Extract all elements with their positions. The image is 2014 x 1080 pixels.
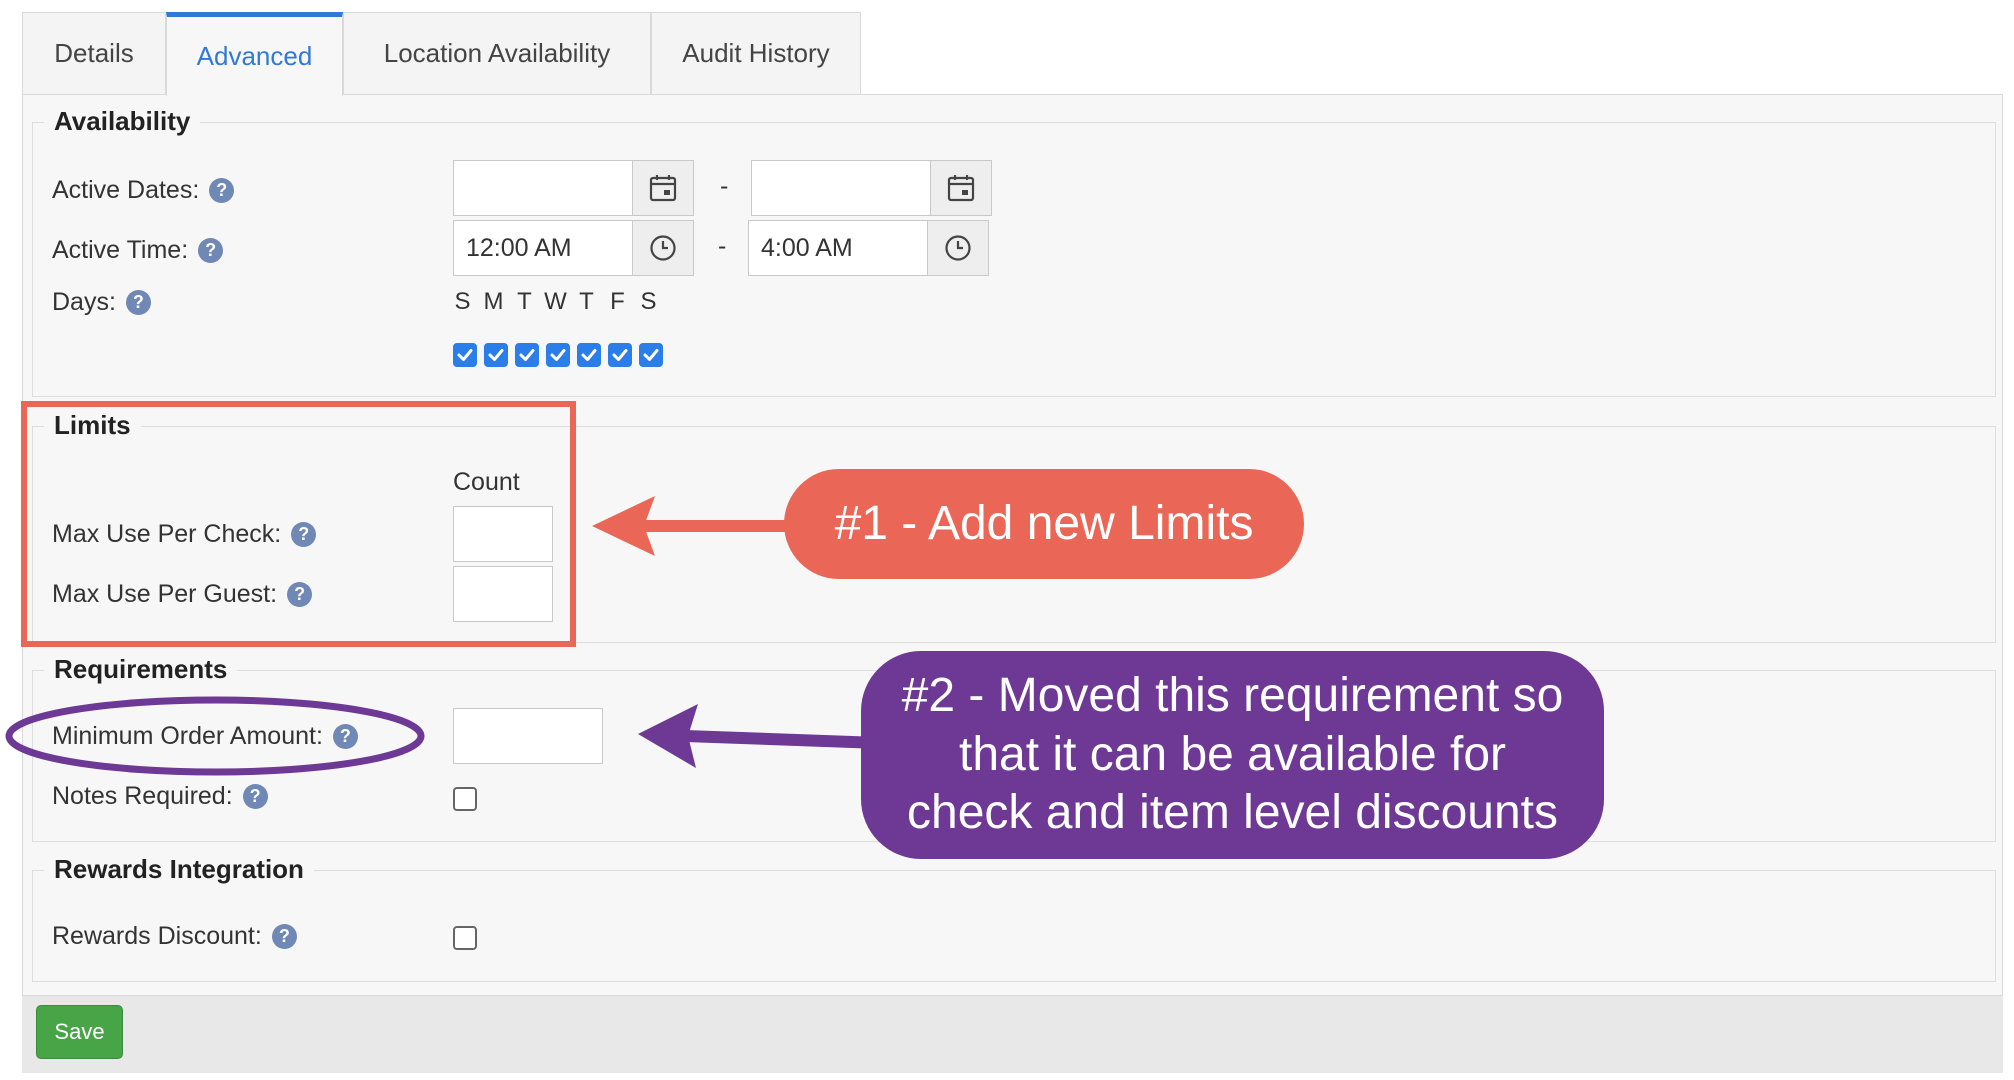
availability-section	[32, 122, 1996, 397]
end-time-input[interactable]: 4:00 AM	[748, 220, 928, 276]
rewards-discount-label: Rewards Discount:	[52, 921, 262, 950]
tab-audit-history[interactable]: Audit History	[651, 12, 861, 94]
help-icon[interactable]: ?	[291, 521, 317, 547]
day-letter-tue: T	[517, 288, 532, 315]
day-letter-sat: S	[640, 288, 657, 315]
day-checkbox-thu[interactable]	[577, 343, 601, 367]
max-use-per-guest-row-label: Max Use Per Guest: ?	[52, 576, 313, 612]
day-checkbox-sat[interactable]	[639, 343, 663, 367]
start-time-input[interactable]: 12:00 AM	[453, 220, 633, 276]
minimum-order-amount-input[interactable]	[453, 708, 603, 764]
notes-required-row-label: Notes Required: ?	[52, 778, 268, 814]
start-date-input[interactable]	[453, 160, 633, 216]
end-time-clock-button[interactable]	[927, 220, 989, 276]
max-use-per-guest-label: Max Use Per Guest:	[52, 579, 278, 608]
check-icon	[612, 349, 628, 361]
check-icon	[519, 349, 535, 361]
clock-icon	[945, 235, 971, 261]
calendar-icon	[947, 175, 975, 202]
tab-location-availability[interactable]: Location Availability	[343, 12, 651, 94]
active-time-row-label: Active Time: ?	[52, 232, 224, 268]
day-letter-thu: T	[579, 288, 594, 315]
callout-moved-requirement: #2 - Moved this requirement so that it c…	[861, 651, 1604, 859]
form-footer	[22, 995, 2003, 1073]
days-label: Days:	[52, 287, 116, 316]
rewards-section	[32, 870, 1996, 982]
minimum-order-amount-label: Minimum Order Amount:	[52, 721, 323, 750]
rewards-legend: Rewards Integration	[44, 854, 314, 885]
time-range-separator: -	[718, 232, 727, 260]
help-icon[interactable]: ?	[332, 723, 358, 749]
callout-moved-requirement-line2: that it can be available for	[958, 727, 1506, 781]
availability-legend: Availability	[44, 106, 201, 137]
clock-icon	[650, 235, 676, 261]
limits-legend: Limits	[44, 410, 141, 441]
calendar-icon	[649, 175, 677, 202]
help-icon[interactable]: ?	[271, 923, 297, 949]
day-checkbox-tue[interactable]	[515, 343, 539, 367]
max-use-per-check-input[interactable]	[453, 506, 553, 562]
rewards-discount-checkbox[interactable]	[453, 926, 477, 950]
requirements-legend: Requirements	[44, 654, 238, 685]
end-date-calendar-button[interactable]	[930, 160, 992, 216]
help-icon[interactable]: ?	[198, 237, 224, 263]
tab-advanced[interactable]: Advanced	[166, 12, 343, 96]
help-icon[interactable]: ?	[287, 581, 313, 607]
callout-moved-requirement-line3: check and item level discounts	[907, 786, 1558, 840]
days-row-label: Days: ?	[52, 284, 151, 320]
rewards-discount-row-label: Rewards Discount: ?	[52, 918, 297, 954]
start-date-calendar-button[interactable]	[632, 160, 694, 216]
day-letters: SMTWTFS	[447, 288, 664, 316]
active-time-label: Active Time:	[52, 235, 189, 264]
day-checkbox-sun[interactable]	[453, 343, 477, 367]
tab-details[interactable]: Details	[22, 12, 166, 94]
minimum-order-amount-row-label: Minimum Order Amount: ?	[52, 718, 358, 754]
active-dates-label: Active Dates:	[52, 175, 200, 204]
day-checkbox-mon[interactable]	[484, 343, 508, 367]
help-icon[interactable]: ?	[125, 289, 151, 315]
count-header: Count	[453, 467, 520, 496]
help-icon[interactable]: ?	[209, 177, 235, 203]
notes-required-label: Notes Required:	[52, 781, 233, 810]
date-range-separator: -	[720, 172, 729, 200]
day-letter-mon: M	[483, 288, 504, 315]
check-icon	[550, 349, 566, 361]
notes-required-checkbox[interactable]	[453, 787, 477, 811]
active-dates-row-label: Active Dates: ?	[52, 172, 235, 208]
callout-add-limits: #1 - Add new Limits	[784, 469, 1304, 579]
save-button[interactable]: Save	[36, 1005, 123, 1059]
help-icon[interactable]: ?	[242, 783, 268, 809]
check-icon	[643, 349, 659, 361]
day-checkbox-wed[interactable]	[546, 343, 570, 367]
day-letter-fri: F	[610, 288, 625, 315]
check-icon	[488, 349, 504, 361]
max-use-per-guest-input[interactable]	[453, 566, 553, 622]
day-letter-sun: S	[454, 288, 471, 315]
start-time-clock-button[interactable]	[632, 220, 694, 276]
day-checkbox-fri[interactable]	[608, 343, 632, 367]
check-icon	[581, 349, 597, 361]
end-date-input[interactable]	[751, 160, 931, 216]
callout-moved-requirement-line1: #2 - Moved this requirement so	[901, 669, 1564, 723]
max-use-per-check-label: Max Use Per Check:	[52, 519, 282, 548]
day-letter-wed: W	[544, 288, 567, 315]
max-use-per-check-row-label: Max Use Per Check: ?	[52, 516, 317, 552]
check-icon	[457, 349, 473, 361]
